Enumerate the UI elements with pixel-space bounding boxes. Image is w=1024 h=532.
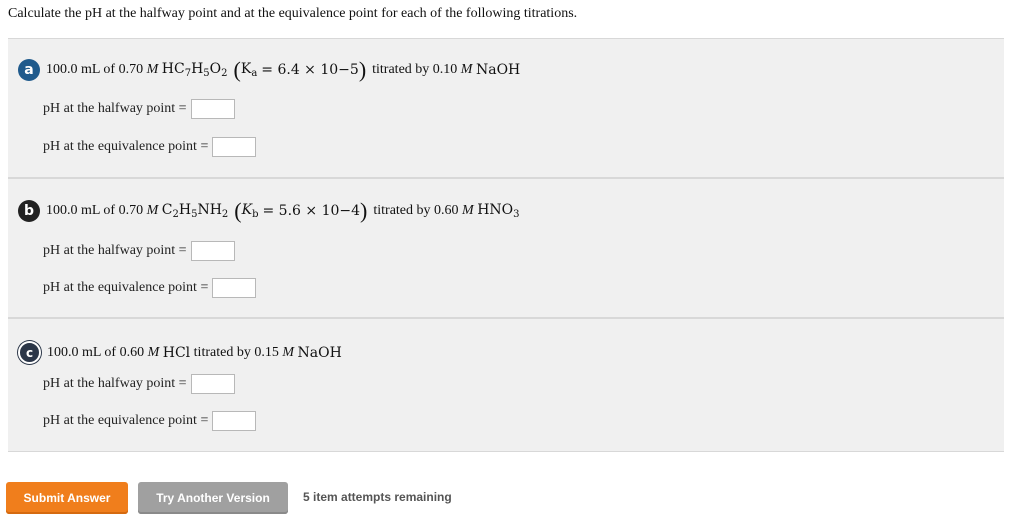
part-c-badge: c <box>18 341 41 364</box>
part-c-header: c 100.0 mL of 0.60 M HCl titrated by 0.1… <box>18 341 342 364</box>
part-c-halfway-input[interactable] <box>190 374 235 394</box>
part-a-panel: a 100.0 mL of 0.70 M HC7H5O2 ( Ka = 6.4 … <box>8 38 1004 178</box>
part-a-k-exp: −5 <box>338 62 359 78</box>
part-a-k-symbol: Ka <box>240 61 258 79</box>
part-b-panel: b 100.0 mL of 0.70 M C2H5NH2 ( Kb = 5.6 … <box>8 178 1004 318</box>
part-a-k-value: = 6.4 × 10 <box>261 62 339 78</box>
part-a-titrant-text: titrated by 0.10 <box>372 62 458 77</box>
part-c-equivalence-input[interactable] <box>212 411 257 431</box>
part-c-halfway-label: pH at the halfway point = <box>43 376 187 391</box>
part-c-equivalence-label: pH at the equivalence point = <box>43 413 209 428</box>
attempts-remaining: 5 item attempts remaining <box>303 490 452 504</box>
part-b-titrant-molar: M <box>462 203 474 218</box>
part-b-k-value: = 5.6 × 10 <box>262 203 340 219</box>
part-c-titrant: NaOH <box>297 344 342 361</box>
part-b-halfway-label: pH at the halfway point = <box>43 243 187 258</box>
part-b-titrant: HNO3 <box>477 202 520 220</box>
part-c-molar: M <box>147 344 160 360</box>
part-b-k-symbol: Kb <box>241 202 259 220</box>
part-b-k-exp: −4 <box>339 203 361 219</box>
part-a-equivalence-input[interactable] <box>212 137 257 157</box>
part-b-amount: 100.0 mL of 0.70 <box>46 203 144 218</box>
part-a-formula: HC7H5O2 <box>161 61 228 79</box>
part-c-equivalence-row: pH at the equivalence point = <box>43 411 257 431</box>
part-a-titrant-molar: M <box>460 62 473 77</box>
part-b-equivalence-input[interactable] <box>212 278 257 298</box>
part-b-halfway-input[interactable] <box>190 241 235 261</box>
part-c-panel: c 100.0 mL of 0.60 M HCl titrated by 0.1… <box>8 318 1004 452</box>
part-a-header: a 100.0 mL of 0.70 M HC7H5O2 ( Ka = 6.4 … <box>18 59 520 81</box>
part-a-halfway-input[interactable] <box>190 99 235 119</box>
submit-answer-button[interactable]: Submit Answer <box>6 482 128 514</box>
part-c-formula: HCl <box>162 344 191 361</box>
part-c-titrant-text: titrated by 0.15 <box>193 344 279 360</box>
try-another-version-button[interactable]: Try Another Version <box>138 482 288 514</box>
part-b-formula: C2H5NH2 <box>161 202 229 220</box>
part-b-titrant-text: titrated by 0.60 <box>373 203 459 218</box>
part-b-badge: b <box>18 200 40 222</box>
part-a-equivalence-row: pH at the equivalence point = <box>43 137 257 157</box>
part-a-close-paren: ) <box>358 57 367 82</box>
part-b-open-paren: ( <box>234 198 242 223</box>
part-b-equivalence-row: pH at the equivalence point = <box>43 278 257 298</box>
part-a-titrant: NaOH <box>475 62 521 78</box>
part-a-amount: 100.0 mL of 0.70 <box>46 62 144 77</box>
part-c-amount: 100.0 mL of 0.60 <box>47 344 145 360</box>
question-prompt: Calculate the pH at the halfway point an… <box>8 6 578 21</box>
part-a-badge: a <box>18 59 40 81</box>
part-b-header: b 100.0 mL of 0.70 M C2H5NH2 ( Kb = 5.6 … <box>18 200 520 222</box>
part-a-halfway-row: pH at the halfway point = <box>43 99 235 119</box>
part-a-open-paren: ( <box>233 57 241 82</box>
part-a-molar: M <box>146 62 159 77</box>
part-c-halfway-row: pH at the halfway point = <box>43 374 235 394</box>
part-b-equivalence-label: pH at the equivalence point = <box>43 280 209 295</box>
part-c-titrant-molar: M <box>282 344 294 360</box>
part-a-equivalence-label: pH at the equivalence point = <box>43 139 209 154</box>
part-b-close-paren: ) <box>360 198 368 223</box>
part-a-halfway-label: pH at the halfway point = <box>43 101 187 116</box>
part-b-halfway-row: pH at the halfway point = <box>43 241 235 261</box>
part-b-molar: M <box>146 203 159 218</box>
